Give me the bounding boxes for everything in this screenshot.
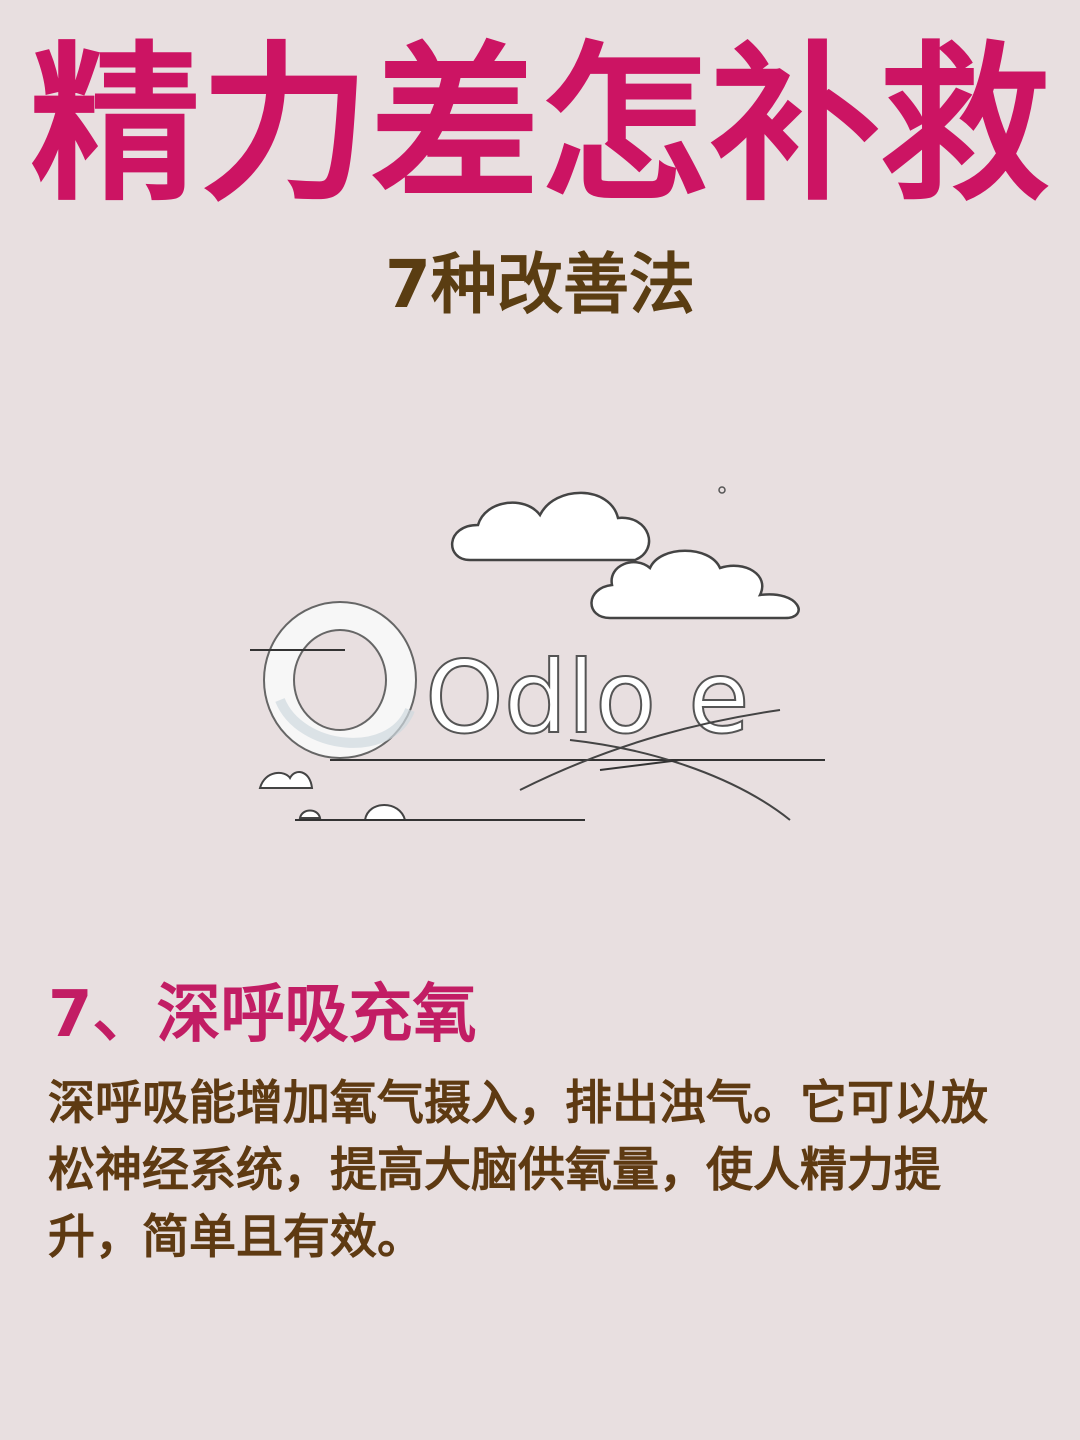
page: 精力差怎补救 7种改善法 Odlo e 7、深呼吸充氧 深呼吸能增加氧气摄入，排… <box>0 0 1080 1440</box>
body-paragraph: 深呼吸能增加氧气摄入，排出浊气。它可以放松神经系统，提高大脑供氧量，使人精力提升… <box>48 1076 988 1265</box>
section-heading: 7、深呼吸充氧 <box>48 978 477 1052</box>
illustration-text: Odlo e <box>425 639 749 756</box>
letter-o-icon <box>263 601 417 759</box>
main-title: 精力差怎补救 <box>29 27 1050 225</box>
subtitle: 7种改善法 <box>385 246 695 323</box>
cloud-icon <box>451 491 651 562</box>
clouds-illustration-icon: Odlo e <box>240 470 840 840</box>
small-cloud-icon <box>258 771 407 821</box>
